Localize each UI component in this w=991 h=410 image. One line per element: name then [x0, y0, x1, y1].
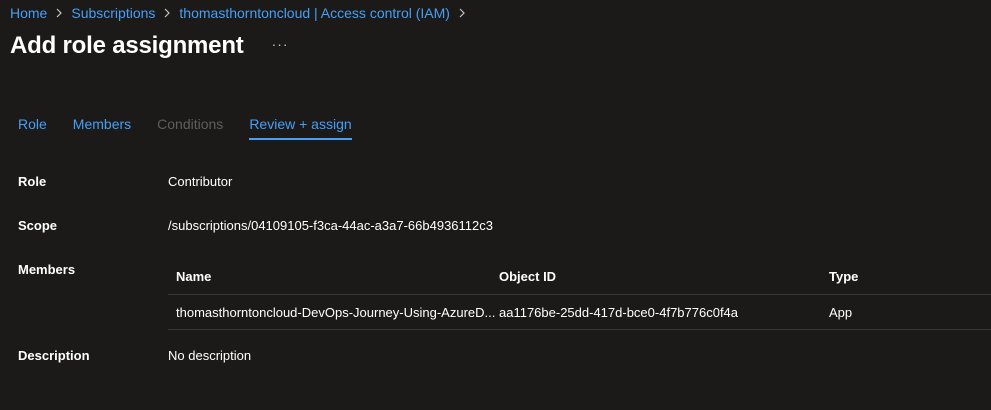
column-header-type[interactable]: Type: [829, 269, 991, 284]
scope-value: /subscriptions/04109105-f3ca-44ac-a3a7-6…: [168, 218, 493, 233]
members-label: Members: [18, 262, 76, 277]
member-object-id: aa1176be-25dd-417d-bce0-4f7b776c0f4a: [499, 304, 739, 320]
more-options-button[interactable]: ···: [268, 36, 293, 52]
breadcrumb-subscriptions[interactable]: Subscriptions: [71, 5, 155, 21]
chevron-right-icon: [163, 8, 171, 18]
tab-conditions: Conditions: [157, 116, 224, 132]
tab-review-assign[interactable]: Review + assign: [249, 116, 352, 140]
breadcrumb: Home Subscriptions thomasthorntoncloud |…: [10, 5, 474, 21]
description-label: Description: [18, 348, 90, 363]
tab-list: Role Members Conditions Review + assign: [18, 116, 378, 140]
table-header: Name Object ID Type: [168, 258, 991, 295]
page-title: Add role assignment: [10, 32, 244, 59]
scope-label: Scope: [18, 218, 58, 233]
members-table: Name Object ID Type thomasthorntoncloud-…: [168, 258, 991, 330]
description-value: No description: [168, 348, 252, 363]
chevron-right-icon: [55, 8, 63, 18]
tab-role[interactable]: Role: [18, 116, 47, 140]
breadcrumb-home[interactable]: Home: [10, 5, 47, 21]
member-type: App: [829, 304, 853, 320]
title-row: Add role assignment ···: [10, 32, 293, 60]
breadcrumb-access-control[interactable]: thomasthorntoncloud | Access control (IA…: [179, 5, 450, 21]
column-header-name[interactable]: Name: [168, 269, 499, 284]
role-label: Role: [18, 174, 47, 189]
tab-members[interactable]: Members: [73, 116, 131, 140]
chevron-right-icon: [458, 8, 466, 18]
column-header-object-id[interactable]: Object ID: [499, 269, 829, 284]
table-row[interactable]: thomasthorntoncloud-DevOps-Journey-Using…: [168, 295, 991, 330]
role-value: Contributor: [168, 174, 233, 189]
member-name: thomasthorntoncloud-DevOps-Journey-Using…: [176, 304, 496, 320]
